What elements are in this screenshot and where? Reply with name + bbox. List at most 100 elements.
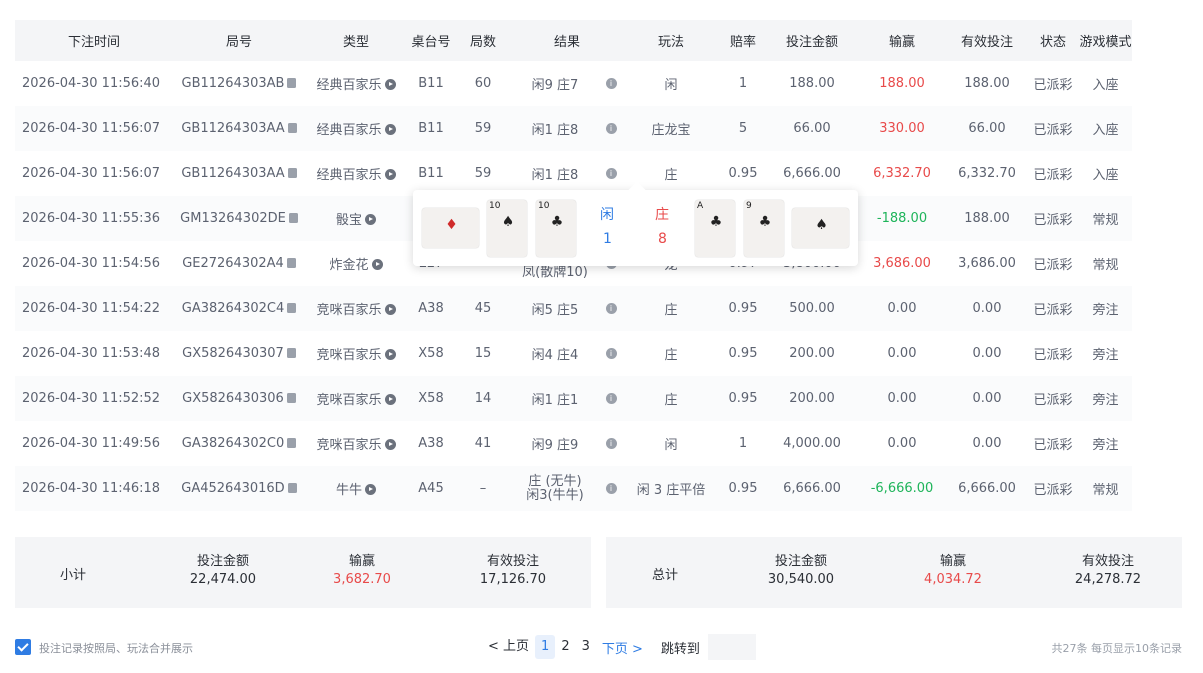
column-header: 赔率 [730, 35, 757, 50]
copy-icon[interactable] [287, 437, 297, 448]
bet-type-cell: 闲 [664, 78, 678, 93]
total-bet-value: 30,540.00 [767, 572, 835, 587]
play-video-icon[interactable] [384, 394, 396, 405]
copy-icon[interactable] [286, 347, 296, 358]
valid-bet-cell: 188.00 [964, 211, 1010, 226]
info-icon[interactable]: i [605, 303, 617, 314]
copy-icon[interactable] [287, 167, 297, 178]
copy-icon[interactable] [287, 122, 297, 133]
bet-amount-cell: 200.00 [789, 346, 835, 361]
prev-page-button[interactable]: < 上页 [482, 635, 535, 659]
winloss-cell: -6,666.00 [870, 481, 934, 496]
info-icon[interactable]: i [605, 123, 617, 134]
page-number-button[interactable]: 3 [576, 635, 596, 659]
copy-icon[interactable] [287, 482, 297, 493]
game-type: 经典百家乐 [316, 78, 382, 93]
result-detail-cell: i [599, 106, 623, 151]
next-page-button[interactable]: 下页 > [596, 638, 649, 657]
table-number-cell: A38 [418, 301, 444, 316]
valid-bet-cell: 6,332.70 [958, 166, 1016, 181]
game-type: 骰宝 [335, 213, 362, 228]
game-mode-cell: 旁注 [1092, 438, 1119, 453]
status-cell: 已派彩 [1033, 303, 1073, 318]
merge-checkbox[interactable] [15, 639, 31, 655]
card-rank: 10 [538, 201, 550, 211]
info-icon[interactable]: i [605, 78, 617, 89]
round-id: GM13264302DE [180, 211, 286, 226]
result-cell: 庄 (无牛) 闲3(牛牛) [511, 466, 599, 511]
page-number-button[interactable]: 1 [535, 635, 556, 659]
page-number-button[interactable]: 2 [555, 635, 575, 659]
table-row: 2026-04-30 11:56:07 GB11264303AA 经典百家乐 B11 5… [15, 106, 1183, 151]
bet-amount-cell: 4,000.00 [783, 436, 841, 451]
result-cell: 闲9 庄7 [511, 61, 599, 106]
play-video-icon[interactable] [365, 214, 376, 225]
result-detail-cell: i [599, 466, 623, 511]
play-video-icon[interactable] [384, 79, 396, 90]
play-video-icon[interactable] [365, 484, 376, 495]
card-suit: ♣ [709, 214, 723, 230]
column-header: 游戏模式 [1079, 35, 1132, 50]
game-type-cell: 竞咪百家乐 [305, 331, 407, 376]
bet-time-cell: 2026-04-30 11:56:07 [22, 121, 161, 136]
card-result-popover: ♦ 10 ♠ 10 ♣ 闲 1 庄 8 A ♣ 9 ♣ ♠ [413, 181, 858, 266]
table-number-cell: X58 [418, 391, 444, 406]
subtotal-bet-label: 投注金额 [196, 554, 249, 569]
table-number-cell: A38 [418, 436, 444, 451]
round-id: GA38264302C4 [181, 301, 285, 316]
bet-time-cell: 2026-04-30 11:54:22 [22, 301, 161, 316]
bet-time-cell: 2026-04-30 11:46:18 [22, 481, 161, 496]
odds-cell: 0.95 [728, 301, 758, 316]
game-type: 竞咪百家乐 [316, 348, 382, 363]
play-video-icon[interactable] [384, 124, 396, 135]
play-video-icon[interactable] [384, 169, 396, 180]
info-icon[interactable]: i [605, 483, 617, 494]
result-detail-cell: i [599, 286, 623, 331]
copy-icon[interactable] [286, 392, 296, 403]
game-mode-cell: 常规 [1092, 213, 1119, 228]
winloss-cell: 0.00 [887, 301, 917, 316]
card-suit: ♠ [815, 217, 828, 233]
bet-amount-cell: 500.00 [789, 301, 835, 316]
result-text: 闲1 庄8 [531, 123, 579, 138]
round-id-cell: GX5826430306 [173, 376, 305, 421]
table-row: 2026-04-30 11:53:48 GX5826430307 竞咪百家乐 X58 1… [15, 331, 1183, 376]
round-id: GX5826430307 [182, 346, 284, 361]
copy-icon[interactable] [288, 212, 298, 223]
table-row: 2026-04-30 11:54:22 GA38264302C4 竞咪百家乐 A38 4… [15, 286, 1183, 331]
play-video-icon[interactable] [384, 439, 396, 450]
round-id-cell: GB11264303AB [173, 61, 305, 106]
play-video-icon[interactable] [371, 259, 383, 270]
info-icon[interactable]: i [605, 393, 617, 404]
jump-to-input[interactable] [707, 634, 756, 660]
game-type-cell: 经典百家乐 [305, 151, 407, 196]
winloss-cell: 330.00 [879, 121, 925, 136]
status-cell: 已派彩 [1033, 123, 1073, 138]
game-type-cell: 炸金花 [305, 241, 407, 286]
copy-icon[interactable] [287, 77, 297, 88]
play-video-icon[interactable] [384, 304, 396, 315]
game-type: 炸金花 [329, 258, 369, 273]
play-video-icon[interactable] [384, 349, 396, 360]
copy-icon[interactable] [287, 302, 297, 313]
column-header: 输赢 [889, 35, 916, 50]
merge-checkbox-label[interactable]: 投注记录按照局、玩法合并展示 [39, 640, 193, 656]
table-number-cell: A45 [418, 481, 444, 496]
table-row: 2026-04-30 11:49:56 GA38264302C0 竞咪百家乐 A38 4… [15, 421, 1183, 466]
round-id-cell: GM13264302DE [173, 196, 305, 241]
round-id: GB11264303AA [181, 121, 285, 136]
bet-time-cell: 2026-04-30 11:54:56 [22, 256, 161, 271]
round-id: GB11264303AB [181, 76, 285, 91]
result-cell: 闲1 庄8 [511, 106, 599, 151]
copy-icon[interactable] [286, 257, 296, 268]
game-type-cell: 经典百家乐 [305, 61, 407, 106]
info-icon[interactable]: i [605, 438, 617, 449]
playing-card: 10 ♣ [536, 200, 576, 257]
info-icon[interactable]: i [605, 168, 617, 179]
info-icon[interactable]: i [605, 348, 617, 359]
game-mode-cell: 常规 [1092, 258, 1119, 273]
result-detail-cell: i [599, 376, 623, 421]
status-cell: 已派彩 [1033, 393, 1073, 408]
bet-amount-cell: 200.00 [789, 391, 835, 406]
result-line: 闲3(牛牛) [526, 487, 584, 503]
